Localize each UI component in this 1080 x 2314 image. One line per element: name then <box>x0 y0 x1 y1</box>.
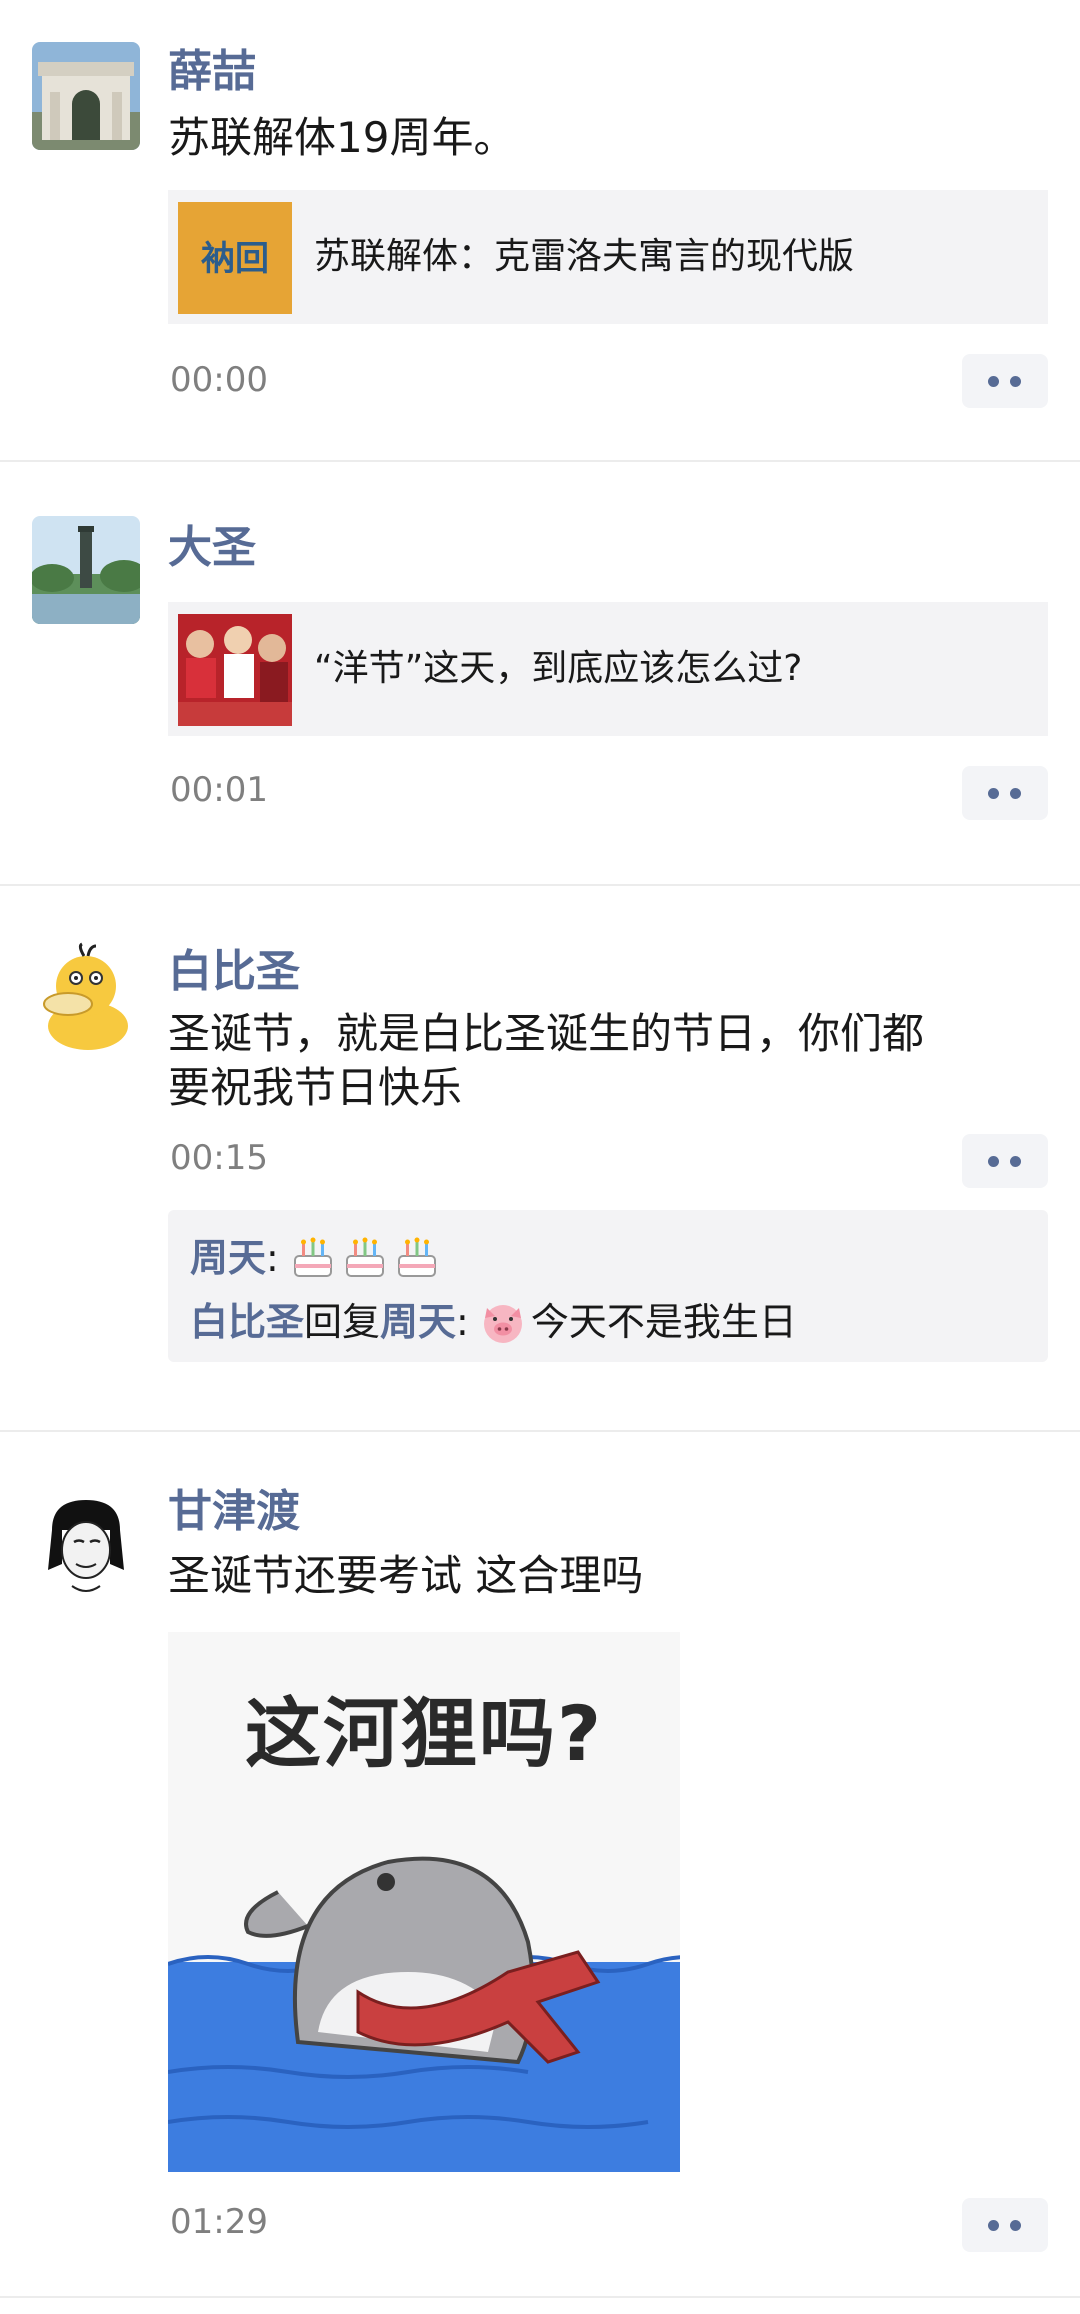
post-author[interactable]: 大圣 <box>168 520 256 576</box>
dot-icon <box>988 1156 999 1167</box>
thumb-text: 衲回 <box>201 239 269 279</box>
avatar-dasheng[interactable] <box>32 516 140 624</box>
post-text-line: 要祝我节日快乐 <box>168 1063 463 1112</box>
comment-separator: : <box>266 1236 279 1280</box>
post-time: 00:00 <box>170 360 268 400</box>
comment-text: 今天不是我生日 <box>530 1300 797 1344</box>
cake-icon <box>289 1234 337 1282</box>
post-divider <box>0 884 1080 886</box>
post-time: 00:15 <box>170 1138 268 1178</box>
meme-face-avatar-image <box>32 1490 140 1598</box>
comment-user[interactable]: 周天 <box>190 1230 266 1286</box>
post-text: 圣诞节还要考试 这合理吗 <box>168 1551 644 1600</box>
comment-user[interactable]: 白比圣 <box>190 1294 304 1350</box>
post-time: 01:29 <box>170 2202 268 2242</box>
avatar-xuezhe[interactable] <box>32 42 140 150</box>
post-divider <box>0 2296 1080 2298</box>
more-actions-button[interactable] <box>962 354 1048 408</box>
comment-row[interactable]: 周天 : <box>190 1230 445 1286</box>
more-actions-button[interactable] <box>962 766 1048 820</box>
duck-avatar-image <box>32 942 140 1050</box>
cake-icon <box>393 1234 441 1282</box>
shared-link-card[interactable]: “洋节”这天，到底应该怎么过? <box>168 602 1048 736</box>
avatar-ganjindu[interactable] <box>32 1490 140 1598</box>
avatar-baibisheng[interactable] <box>32 942 140 1050</box>
dot-icon <box>1010 788 1021 799</box>
meme-image[interactable]: 这河狸吗? <box>168 1632 680 2172</box>
link-thumbnail: 衲回 <box>178 202 292 314</box>
post-divider <box>0 1430 1080 1432</box>
post-author[interactable]: 白比圣 <box>168 944 300 1000</box>
dot-icon <box>988 376 999 387</box>
dot-icon <box>988 788 999 799</box>
pig-face-icon <box>479 1298 527 1346</box>
reply-word: 回复 <box>304 1300 381 1344</box>
moments-feed: 薛喆 苏联解体19周年。 衲回 苏联解体：克雷洛夫寓言的现代版 00:00 大圣 <box>0 0 1080 2314</box>
more-actions-button[interactable] <box>962 1134 1048 1188</box>
reply-target-user[interactable]: 周天 <box>380 1294 456 1350</box>
gate-avatar-image <box>32 42 140 150</box>
dot-icon <box>1010 2220 1021 2231</box>
post-author[interactable]: 薛喆 <box>168 44 256 100</box>
comments-panel: 周天 : 白比圣 回复 周天 : 今天不是我生日 <box>168 1210 1048 1362</box>
comment-row[interactable]: 白比圣 回复 周天 : 今天不是我生日 <box>190 1294 797 1350</box>
post-time: 00:01 <box>170 770 268 810</box>
comment-separator: : <box>456 1300 469 1344</box>
post-text-line: 圣诞节，就是白比圣诞生的节日，你们都 <box>168 1009 925 1058</box>
link-title: “洋节”这天，到底应该怎么过? <box>314 648 803 689</box>
post-divider <box>0 460 1080 462</box>
shared-link-card[interactable]: 衲回 苏联解体：克雷洛夫寓言的现代版 <box>168 190 1048 324</box>
tower-avatar-image <box>32 516 140 624</box>
dot-icon <box>988 2220 999 2231</box>
dot-icon <box>1010 376 1021 387</box>
link-title: 苏联解体：克雷洛夫寓言的现代版 <box>314 236 855 277</box>
link-thumbnail <box>178 614 292 726</box>
post-author[interactable]: 甘津渡 <box>168 1484 300 1540</box>
meme-caption: 这河狸吗? <box>244 1689 604 1778</box>
cake-icon <box>341 1234 389 1282</box>
more-actions-button[interactable] <box>962 2198 1048 2252</box>
post-text: 苏联解体19周年。 <box>168 113 516 162</box>
dot-icon <box>1010 1156 1021 1167</box>
